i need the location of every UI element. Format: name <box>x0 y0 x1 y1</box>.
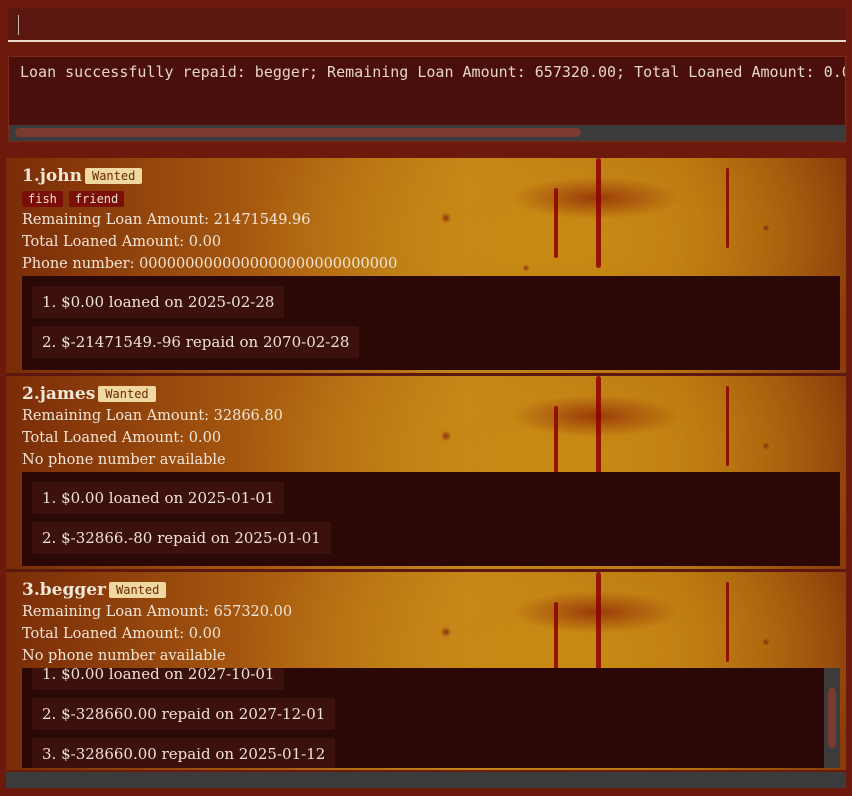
result-text: Loan successfully repaid: begger; Remain… <box>20 63 846 81</box>
remaining-loan-amount: Remaining Loan Amount: 32866.80 <box>22 408 283 424</box>
transaction-list: 1. $0.00 loaned on 2025-01-01 2. $-32866… <box>22 472 840 566</box>
list-horizontal-scrollbar[interactable] <box>6 772 846 788</box>
person-card[interactable]: 3. begger Wanted Remaining Loan Amount: … <box>6 572 846 770</box>
remaining-loan-amount: Remaining Loan Amount: 657320.00 <box>22 604 293 620</box>
tag: friend <box>68 191 125 207</box>
transaction-scrollbar-thumb[interactable] <box>828 688 836 748</box>
person-name: begger <box>39 580 106 600</box>
remaining-loan-amount: Remaining Loan Amount: 21471549.96 <box>22 212 311 228</box>
person-index: 2. <box>22 384 40 404</box>
transaction-item: 2. $-328660.00 repaid on 2027-12-01 <box>32 698 336 730</box>
transaction-vertical-scrollbar[interactable] <box>824 668 840 768</box>
tag-list: fish friend <box>22 191 125 207</box>
result-horizontal-scrollbar[interactable] <box>9 125 845 141</box>
result-scrollbar-thumb[interactable] <box>15 128 581 137</box>
wanted-badge: Wanted <box>84 168 143 184</box>
phone-number: No phone number available <box>22 452 226 468</box>
transaction-list: 1. $0.00 loaned on 2025-02-28 2. $-21471… <box>22 276 840 370</box>
phone-number: No phone number available <box>22 648 226 664</box>
person-index: 1. <box>22 166 40 186</box>
tag: fish <box>22 191 63 207</box>
total-loaned-amount: Total Loaned Amount: 0.00 <box>22 626 222 642</box>
transaction-item: 1. $0.00 loaned on 2025-02-28 <box>32 286 285 318</box>
text-caret <box>18 15 19 35</box>
person-name: james <box>39 384 96 404</box>
result-display: Loan successfully repaid: begger; Remain… <box>8 56 846 142</box>
transaction-item: 3. $-328660.00 repaid on 2025-01-12 <box>32 738 336 768</box>
phone-number: Phone number: 00000000000000000000000000… <box>22 256 398 272</box>
transaction-item: 2. $-21471549.-96 repaid on 2070-02-28 <box>32 326 360 358</box>
person-list: 1. john Wanted fish friend Remaining Loa… <box>6 158 846 770</box>
person-card[interactable]: 1. john Wanted fish friend Remaining Loa… <box>6 158 846 376</box>
transaction-item: 2. $-32866.-80 repaid on 2025-01-01 <box>32 522 331 554</box>
person-card[interactable]: 2. james Wanted Remaining Loan Amount: 3… <box>6 376 846 572</box>
wanted-badge: Wanted <box>98 386 156 402</box>
transaction-list[interactable]: 1. $0.00 loaned on 2027-10-01 2. $-32866… <box>22 668 840 768</box>
transaction-item: 1. $0.00 loaned on 2027-10-01 <box>32 668 285 690</box>
command-input[interactable] <box>8 8 846 42</box>
person-index: 3. <box>22 580 40 600</box>
total-loaned-amount: Total Loaned Amount: 0.00 <box>22 234 222 250</box>
total-loaned-amount: Total Loaned Amount: 0.00 <box>22 430 222 446</box>
transaction-item: 1. $0.00 loaned on 2025-01-01 <box>32 482 285 514</box>
person-name: john <box>39 166 82 186</box>
wanted-badge: Wanted <box>109 582 167 598</box>
